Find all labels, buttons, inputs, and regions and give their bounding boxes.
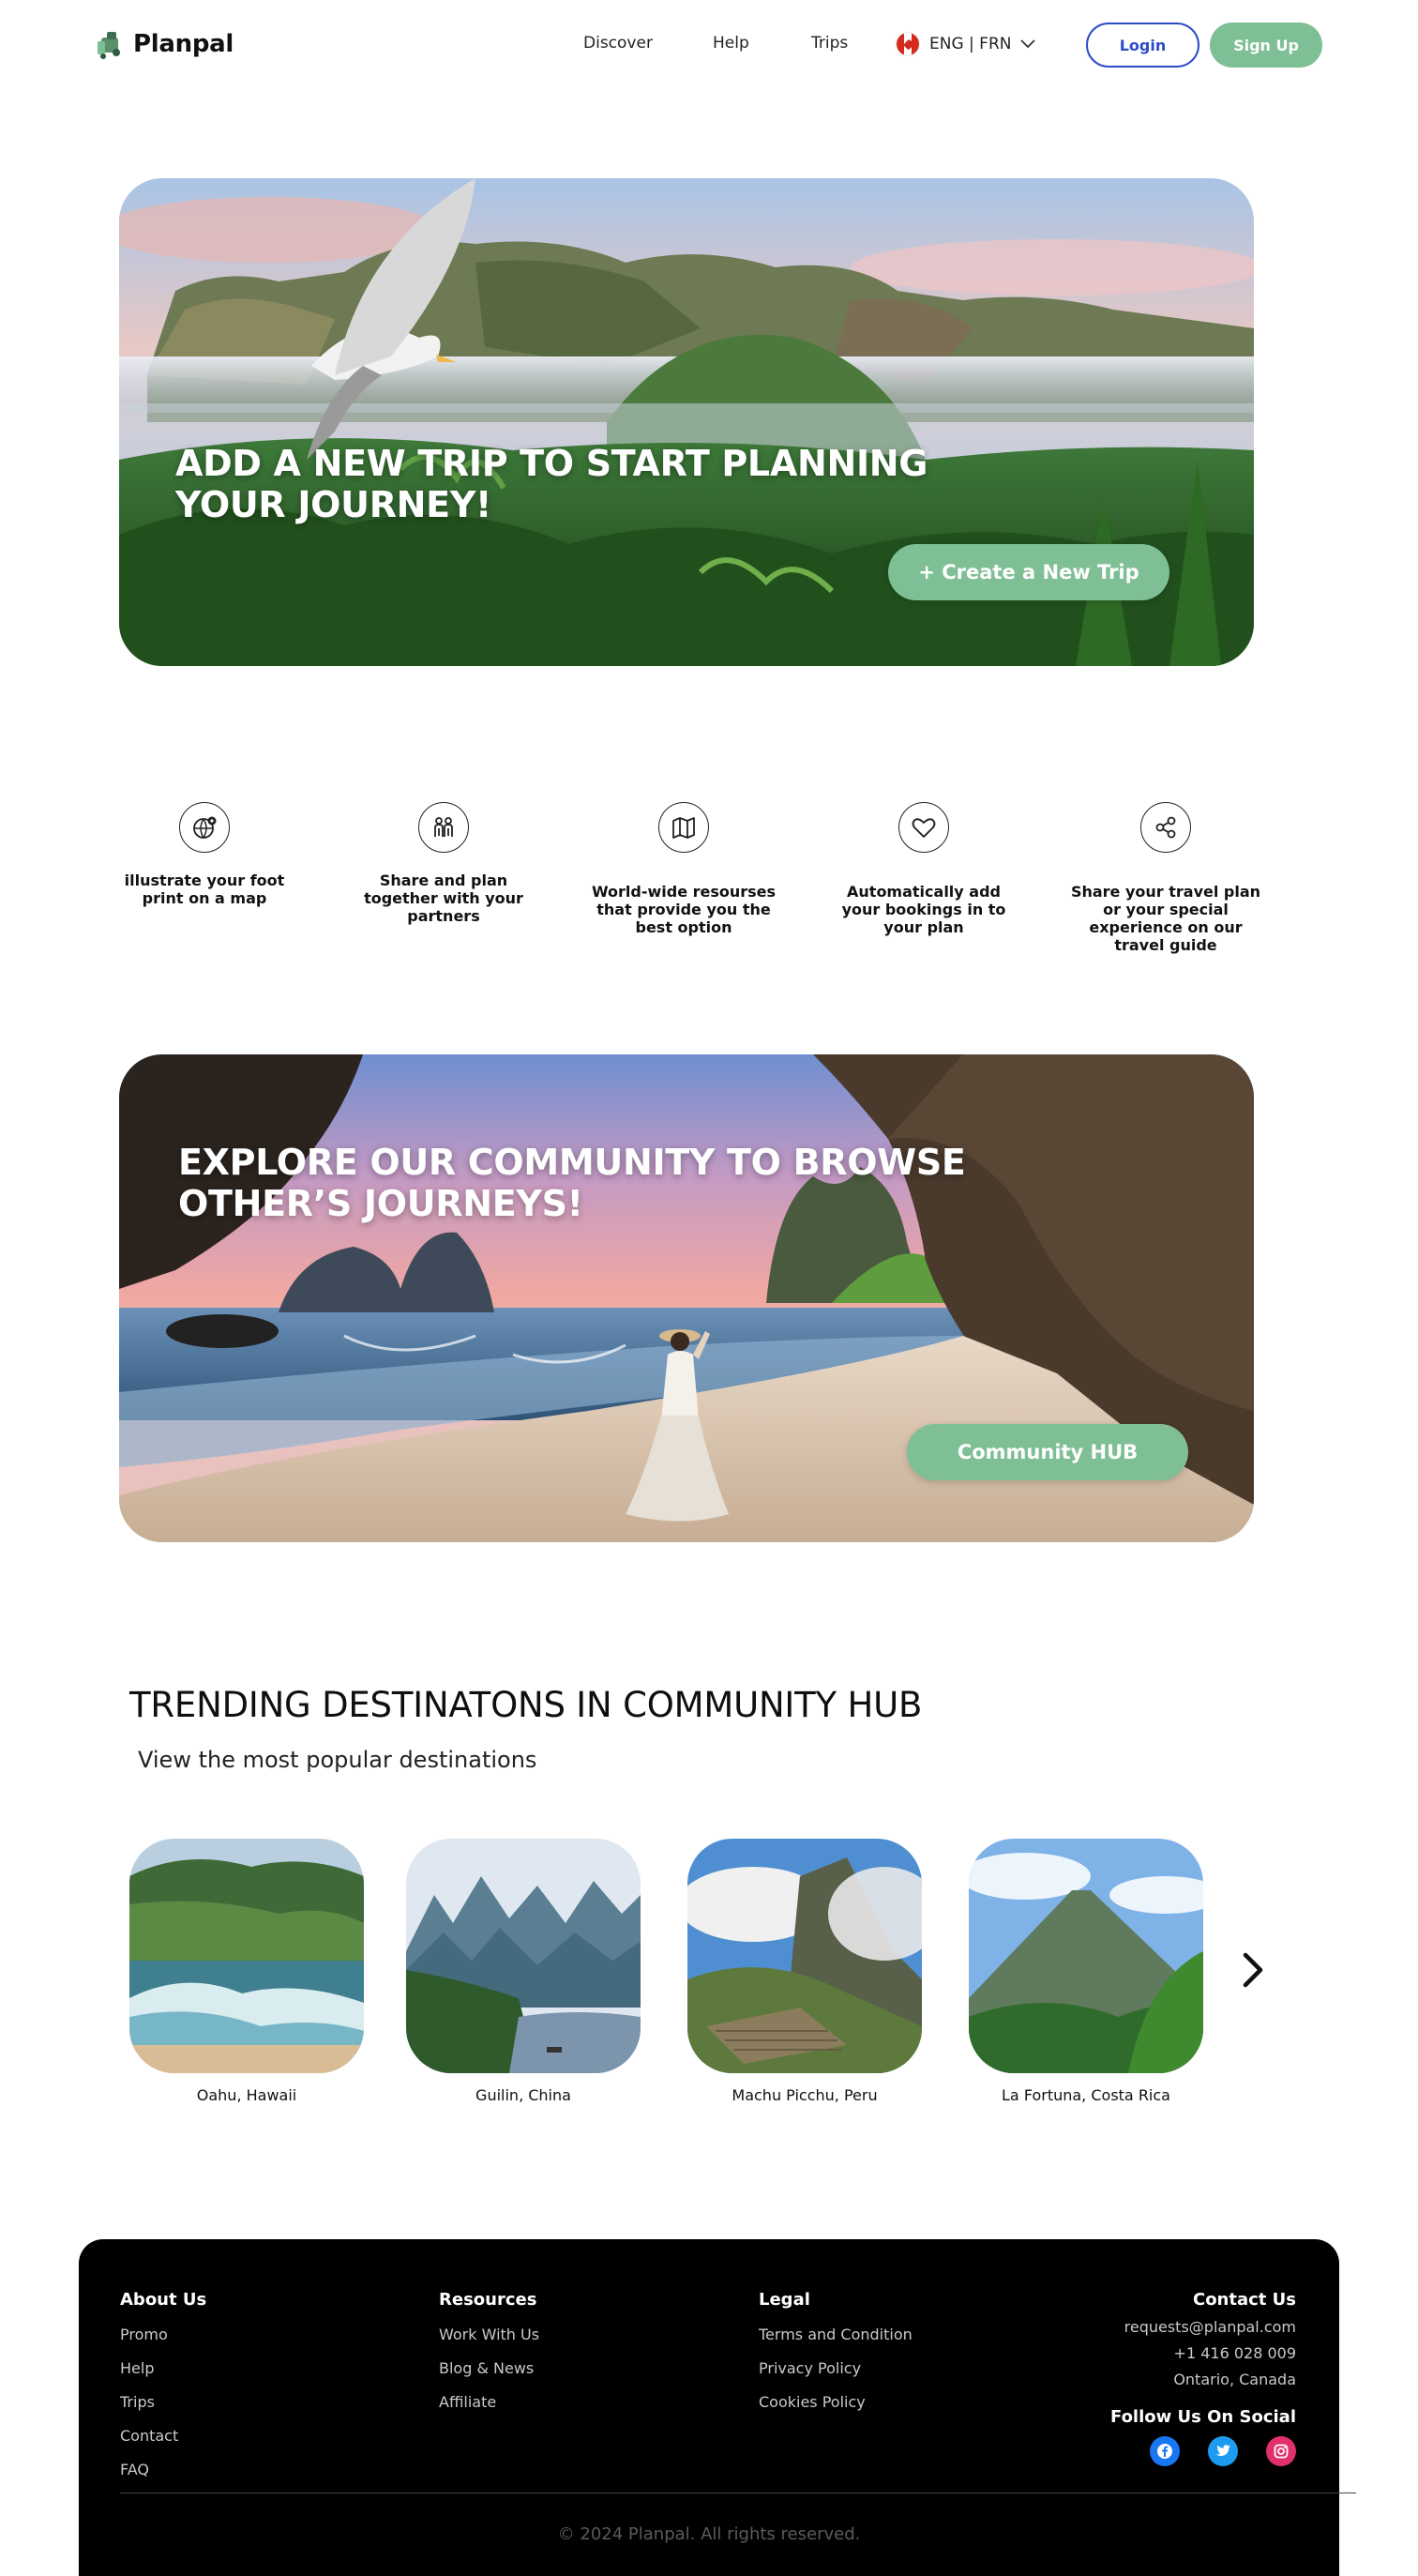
footer-link-terms[interactable]: Terms and Condition (759, 2326, 913, 2343)
footer-resources-title: Resources (439, 2290, 537, 2310)
destination-card-oahu[interactable]: Oahu, Hawaii (129, 1839, 364, 2104)
feature-text: illustrate your foot print on a map (124, 871, 285, 907)
footer-link-promo[interactable]: Promo (120, 2326, 206, 2343)
brand-logo[interactable]: Planpal (94, 28, 234, 60)
feature-text: Share and plan together with your partne… (364, 871, 523, 925)
destination-card-machu-picchu[interactable]: Machu Picchu, Peru (687, 1839, 922, 2104)
footer-legal: Legal Terms and Condition Privacy Policy… (759, 2290, 913, 2427)
footer-link-trips[interactable]: Trips (120, 2393, 206, 2411)
guilin-photo (406, 1839, 641, 2073)
footer-link-help[interactable]: Help (120, 2359, 206, 2377)
community-title-line2: OTHER’S JOURNEYS! (178, 1183, 583, 1224)
globe-pin-icon (179, 802, 230, 853)
footer-social-title: Follow Us On Social (1110, 2407, 1296, 2427)
couple-icon (418, 802, 469, 853)
language-selector[interactable]: ENG | FRN (896, 32, 1036, 56)
nav-link-discover[interactable]: Discover (583, 34, 653, 53)
footer-link-faq[interactable]: FAQ (120, 2461, 206, 2478)
chevron-down-icon (1020, 39, 1036, 49)
canada-flag-icon (896, 32, 920, 56)
community-banner: EXPLORE OUR COMMUNITY TO BROWSE OTHER’S … (119, 1054, 1254, 1542)
footer-contact: Contact Us requests@planpal.com +1 416 0… (1110, 2290, 1296, 2466)
twitter-icon[interactable] (1208, 2436, 1238, 2466)
community-hub-button[interactable]: Community HUB (907, 1424, 1188, 1480)
footer-link-blog-news[interactable]: Blog & News (439, 2359, 539, 2377)
chevron-right-icon[interactable] (1236, 1951, 1270, 1989)
feature-footprint-map: illustrate your foot print on a map (106, 802, 303, 907)
trending-title: TRENDING DESTINATONS IN COMMUNITY HUB (129, 1685, 923, 1725)
destination-name: La Fortuna, Costa Rica (1002, 2086, 1170, 2104)
la-fortuna-photo (969, 1839, 1203, 2073)
create-trip-banner: ADD A NEW TRIP TO START PLANNING YOUR JO… (119, 178, 1254, 666)
destination-name: Oahu, Hawaii (196, 2086, 297, 2104)
footer-contact-title: Contact Us (1192, 2290, 1296, 2310)
contact-email[interactable]: requests@planpal.com (1110, 2318, 1296, 2336)
community-title-line1: EXPLORE OUR COMMUNITY TO BROWSE (178, 1142, 966, 1183)
destination-name: Machu Picchu, Peru (732, 2086, 878, 2104)
feature-text: Automatically add your bookings in to yo… (841, 883, 1006, 936)
login-button[interactable]: Login (1086, 23, 1199, 68)
create-trip-title-line1: ADD A NEW TRIP TO START PLANNING (175, 443, 928, 484)
facebook-icon[interactable] (1150, 2436, 1180, 2466)
top-nav: Planpal Discover Help Trips ENG | FRN Lo… (0, 0, 1418, 90)
community-title: EXPLORE OUR COMMUNITY TO BROWSE OTHER’S … (178, 1142, 966, 1224)
signup-button[interactable]: Sign Up (1210, 23, 1322, 68)
copyright-text: © 2024 Planpal. All rights reserved. (557, 2524, 861, 2544)
heart-icon (898, 802, 949, 853)
feature-share-experience: Share your travel plan or your special e… (1067, 802, 1264, 954)
instagram-icon[interactable] (1266, 2436, 1296, 2466)
oahu-photo (129, 1839, 364, 2073)
nav-link-trips[interactable]: Trips (811, 34, 848, 53)
footer-link-privacy[interactable]: Privacy Policy (759, 2359, 913, 2377)
feature-worldwide-resources: World-wide resourses that provide you th… (585, 802, 782, 936)
destination-card-guilin[interactable]: Guilin, China (406, 1839, 641, 2104)
nav-link-help[interactable]: Help (713, 34, 749, 53)
share-icon (1140, 802, 1191, 853)
contact-location: Ontario, Canada (1173, 2371, 1296, 2388)
footer-resources: Resources Work With Us Blog & News Affil… (439, 2290, 539, 2427)
social-links (1110, 2436, 1296, 2466)
create-trip-title-line2: YOUR JOURNEY! (175, 484, 492, 525)
footer-link-affiliate[interactable]: Affiliate (439, 2393, 539, 2411)
footer-about-title: About Us (120, 2290, 207, 2310)
feature-auto-bookings: Automatically add your bookings in to yo… (825, 802, 1022, 936)
map-icon (658, 802, 709, 853)
contact-phone[interactable]: +1 416 028 009 (1110, 2344, 1296, 2362)
site-footer: About Us Promo Help Trips Contact FAQ Re… (79, 2239, 1356, 2576)
feature-text: World-wide resourses that provide you th… (591, 883, 777, 936)
machu-picchu-photo (687, 1839, 922, 2073)
footer-about: About Us Promo Help Trips Contact FAQ (120, 2290, 206, 2494)
trending-subtitle: View the most popular destinations (138, 1747, 537, 1773)
feature-text: Share your travel plan or your special e… (1070, 883, 1261, 954)
footer-link-work-with-us[interactable]: Work With Us (439, 2326, 539, 2343)
feature-share-partners: Share and plan together with your partne… (345, 802, 542, 925)
destination-card-la-fortuna[interactable]: La Fortuna, Costa Rica (969, 1839, 1203, 2104)
footer-legal-title: Legal (759, 2290, 810, 2310)
brand-name: Planpal (133, 30, 234, 58)
destination-name: Guilin, China (475, 2086, 571, 2104)
create-new-trip-button[interactable]: + Create a New Trip (888, 544, 1169, 600)
language-label: ENG | FRN (929, 35, 1012, 53)
create-trip-title: ADD A NEW TRIP TO START PLANNING YOUR JO… (175, 443, 928, 525)
logo-mark-icon (98, 32, 120, 59)
footer-link-contact[interactable]: Contact (120, 2427, 206, 2445)
footer-link-cookies[interactable]: Cookies Policy (759, 2393, 913, 2411)
